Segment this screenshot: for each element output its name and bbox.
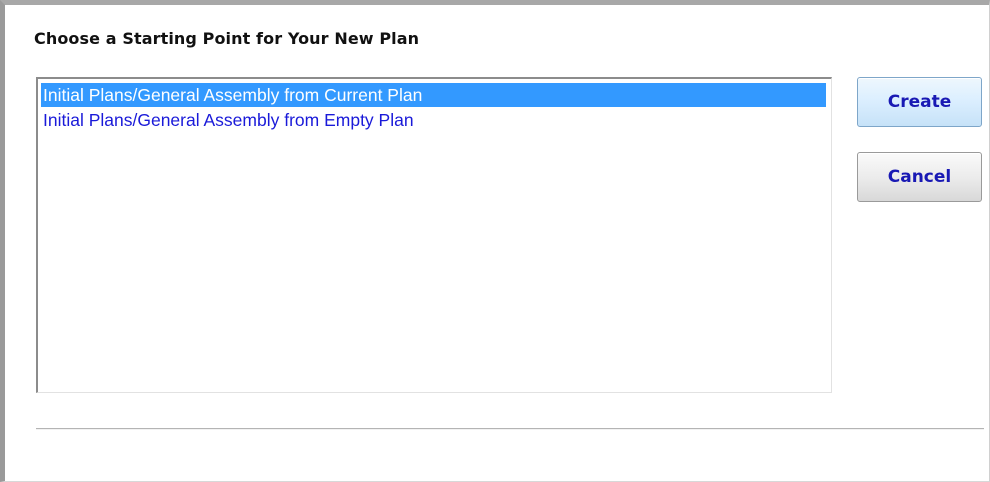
- new-plan-dialog: Choose a Starting Point for Your New Pla…: [0, 0, 990, 482]
- dialog-title: Choose a Starting Point for Your New Pla…: [34, 29, 420, 48]
- create-button[interactable]: Create: [857, 77, 982, 127]
- cancel-button[interactable]: Cancel: [857, 152, 982, 202]
- list-item-current-plan[interactable]: Initial Plans/General Assembly from Curr…: [41, 83, 826, 107]
- list-item-empty-plan[interactable]: Initial Plans/General Assembly from Empt…: [41, 108, 414, 132]
- footer-divider: [36, 428, 984, 430]
- starting-point-listbox[interactable]: Initial Plans/General Assembly from Curr…: [36, 77, 832, 393]
